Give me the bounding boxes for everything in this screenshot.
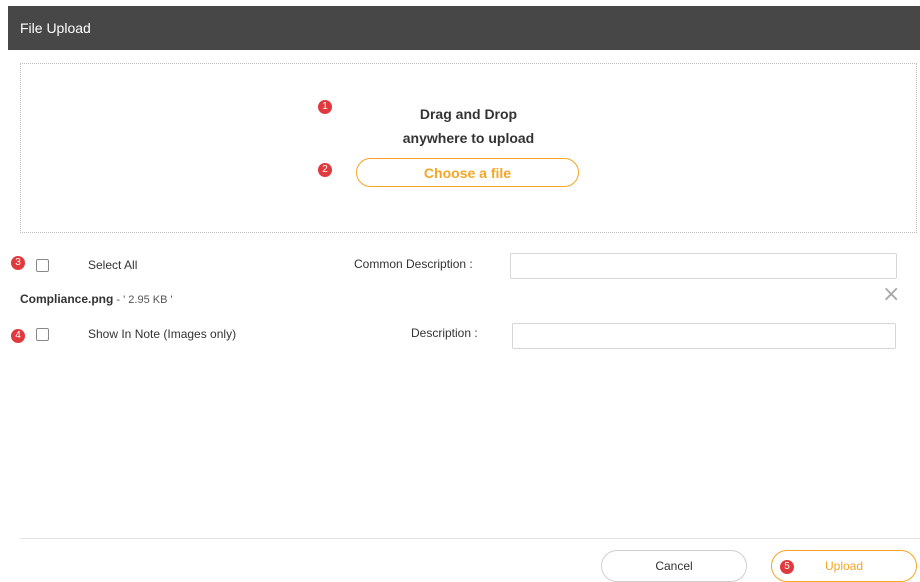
description-label: Description : [411, 326, 478, 340]
common-description-input[interactable] [510, 253, 897, 279]
select-all-checkbox[interactable] [36, 259, 49, 272]
dialog-header: File Upload [8, 6, 920, 50]
description-input[interactable] [512, 323, 896, 349]
select-all-label: Select All [88, 258, 138, 272]
file-size: - ' 2.95 KB ' [113, 294, 173, 306]
file-name: Compliance.png [20, 292, 114, 306]
upload-button-label: Upload [824, 559, 864, 573]
step-badge-2: 2 [318, 163, 332, 177]
upload-button[interactable]: 5 Upload [771, 550, 917, 582]
show-in-note-checkbox[interactable] [36, 328, 49, 341]
close-icon[interactable]: × [882, 284, 900, 306]
drop-zone-title: Drag and Drop [419, 106, 518, 122]
step-badge-3: 3 [11, 256, 25, 270]
drop-zone[interactable] [20, 63, 917, 233]
file-info: Compliance.png - ' 2.95 KB ' [20, 292, 173, 306]
show-in-note-label: Show In Note (Images only) [88, 327, 237, 341]
dialog-title: File Upload [20, 20, 91, 36]
cancel-button[interactable]: Cancel [601, 550, 747, 582]
footer-divider [20, 538, 920, 539]
choose-file-button[interactable]: Choose a file [356, 158, 579, 187]
drop-zone-subtitle: anywhere to upload [402, 130, 535, 146]
step-badge-4: 4 [11, 329, 25, 343]
common-description-label: Common Description : [354, 257, 473, 271]
step-badge-5: 5 [780, 560, 794, 574]
